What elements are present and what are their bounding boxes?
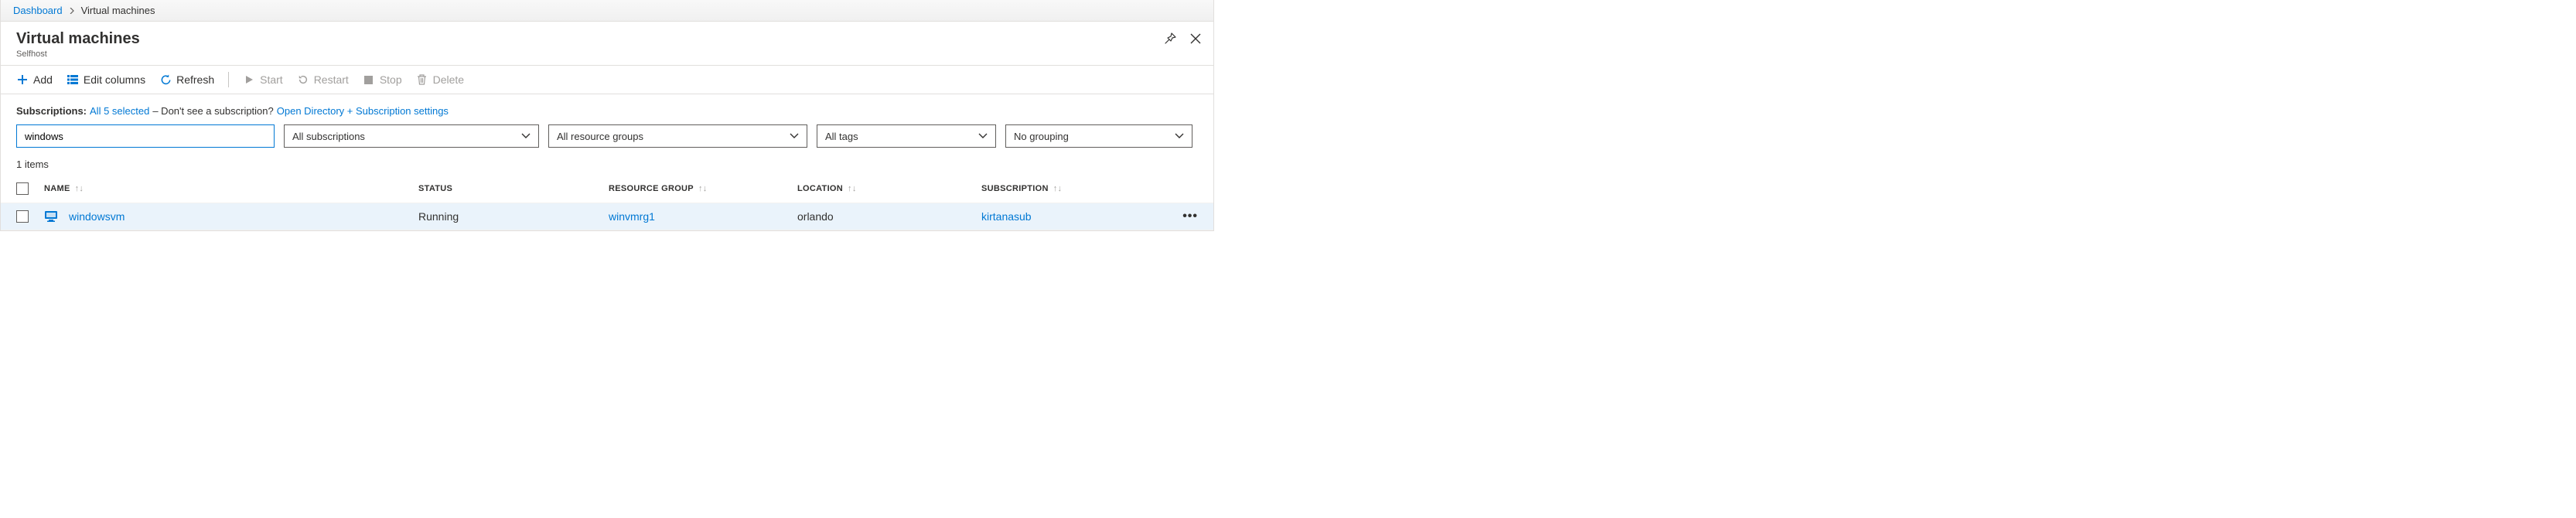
resource-groups-dropdown[interactable]: All resource groups	[548, 124, 807, 148]
sort-icon: ↑↓	[75, 184, 84, 193]
restart-icon	[297, 73, 309, 86]
row-subscription-link[interactable]: kirtanasub	[981, 210, 1032, 223]
vm-icon	[44, 210, 58, 223]
col-rg-label: RESOURCE GROUP	[609, 184, 694, 193]
toolbar-divider	[228, 72, 229, 87]
resource-groups-dropdown-label: All resource groups	[557, 131, 643, 142]
subscriptions-label: Subscriptions:	[16, 105, 87, 117]
close-icon[interactable]	[1190, 33, 1201, 44]
col-loc-label: LOCATION	[797, 184, 843, 193]
subscriptions-info: Subscriptions: All 5 selected – Don't se…	[1, 94, 1213, 124]
column-header-location[interactable]: LOCATION ↑↓	[797, 184, 981, 193]
table-row[interactable]: windowsvm Running winvmrg1 orlando kirta…	[1, 203, 1213, 230]
row-checkbox[interactable]	[16, 210, 29, 223]
grouping-dropdown[interactable]: No grouping	[1005, 124, 1192, 148]
trash-icon	[416, 73, 428, 86]
row-location: orlando	[797, 210, 981, 223]
edit-columns-label: Edit columns	[84, 73, 145, 86]
restart-label: Restart	[314, 73, 349, 86]
vm-blade: Dashboard Virtual machines Virtual machi…	[0, 0, 1214, 231]
chevron-down-icon	[521, 133, 531, 139]
refresh-label: Refresh	[176, 73, 214, 86]
breadcrumb: Dashboard Virtual machines	[1, 0, 1213, 22]
blade-header: Virtual machines Selfhost	[1, 22, 1213, 66]
page-subtitle: Selfhost	[16, 49, 140, 59]
column-header-status[interactable]: STATUS	[418, 184, 609, 193]
plus-icon	[16, 73, 29, 86]
delete-button: Delete	[416, 73, 464, 86]
delete-label: Delete	[433, 73, 464, 86]
restart-button: Restart	[297, 73, 349, 86]
sort-icon: ↑↓	[848, 184, 857, 193]
header-actions	[1164, 29, 1201, 45]
page-title: Virtual machines	[16, 29, 140, 48]
filter-bar: All subscriptions All resource groups Al…	[1, 124, 1213, 158]
refresh-button[interactable]: Refresh	[159, 73, 214, 86]
column-header-subscription[interactable]: SUBSCRIPTION ↑↓	[981, 184, 1167, 193]
row-name-link[interactable]: windowsvm	[69, 210, 125, 223]
table-header: NAME ↑↓ STATUS RESOURCE GROUP ↑↓ LOCATIO…	[1, 176, 1213, 203]
stop-icon	[363, 73, 375, 86]
col-status-label: STATUS	[418, 184, 452, 193]
stop-label: Stop	[380, 73, 402, 86]
breadcrumb-root[interactable]: Dashboard	[13, 5, 63, 16]
col-sub-label: SUBSCRIPTION	[981, 184, 1049, 193]
row-more-icon[interactable]: •••	[1182, 210, 1198, 223]
start-button: Start	[243, 73, 283, 86]
tags-dropdown-label: All tags	[825, 131, 858, 142]
breadcrumb-current: Virtual machines	[81, 5, 155, 16]
pin-icon[interactable]	[1164, 32, 1176, 45]
header-left: Virtual machines Selfhost	[16, 29, 140, 59]
add-button[interactable]: Add	[16, 73, 53, 86]
items-count: 1 items	[1, 158, 1213, 176]
edit-columns-button[interactable]: Edit columns	[67, 73, 145, 86]
play-icon	[243, 73, 255, 86]
column-header-name[interactable]: NAME ↑↓	[44, 184, 418, 193]
chevron-right-icon	[69, 8, 75, 14]
sort-icon: ↑↓	[1053, 184, 1063, 193]
subscriptions-mid-text: – Don't see a subscription?	[152, 105, 273, 117]
select-all-checkbox[interactable]	[16, 182, 29, 195]
row-status: Running	[418, 210, 609, 223]
add-label: Add	[33, 73, 53, 86]
subscriptions-selected-link[interactable]: All 5 selected	[90, 105, 149, 117]
open-directory-link[interactable]: Open Directory + Subscription settings	[277, 105, 449, 117]
column-header-resource-group[interactable]: RESOURCE GROUP ↑↓	[609, 184, 797, 193]
sort-icon: ↑↓	[698, 184, 708, 193]
chevron-down-icon	[978, 133, 988, 139]
chevron-down-icon	[1175, 133, 1184, 139]
col-name-label: NAME	[44, 184, 70, 193]
start-label: Start	[260, 73, 283, 86]
stop-button: Stop	[363, 73, 402, 86]
refresh-icon	[159, 73, 172, 86]
grouping-dropdown-label: No grouping	[1014, 131, 1069, 142]
tags-dropdown[interactable]: All tags	[817, 124, 996, 148]
row-resource-group-link[interactable]: winvmrg1	[609, 210, 655, 223]
chevron-down-icon	[790, 133, 799, 139]
subscriptions-dropdown[interactable]: All subscriptions	[284, 124, 539, 148]
search-input[interactable]	[16, 124, 275, 148]
command-bar: Add Edit columns Refresh Start	[1, 66, 1213, 94]
columns-icon	[67, 73, 79, 86]
subscriptions-dropdown-label: All subscriptions	[292, 131, 365, 142]
